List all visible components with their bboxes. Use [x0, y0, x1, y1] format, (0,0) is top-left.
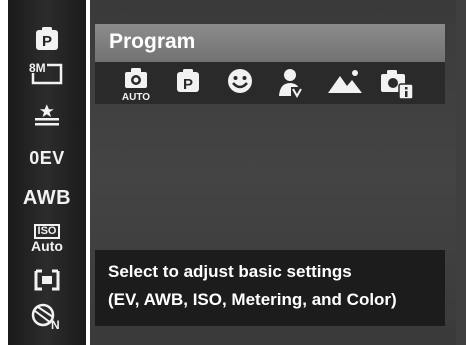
- sidebar-item-quality[interactable]: [8, 98, 86, 134]
- svg-text:P: P: [42, 33, 52, 50]
- sidebar-item-iso[interactable]: ISO Auto: [8, 218, 86, 260]
- svg-text:N: N: [51, 318, 60, 331]
- sidebar-item-image-size[interactable]: 8M: [8, 56, 86, 92]
- quality-icon: [35, 104, 59, 126]
- ev-label: 0EV: [29, 147, 65, 168]
- sidebar-item-metering[interactable]: [8, 262, 86, 298]
- settings-sidebar: P 8M 0EV AWB ISO Auto N: [8, 0, 86, 345]
- sidebar-item-color[interactable]: N: [8, 298, 86, 334]
- svg-text:P: P: [183, 76, 193, 93]
- hint-box: Select to adjust basic settings (EV, AWB…: [95, 250, 445, 326]
- camera-info-icon: [381, 70, 414, 100]
- mode-auto[interactable]: AUTO: [116, 66, 156, 102]
- mode-smile[interactable]: [220, 66, 260, 102]
- image-size-8m-icon: 8M: [29, 61, 63, 85]
- program-mode-icon: P: [177, 69, 199, 93]
- sidebar-item-ev[interactable]: 0EV: [8, 140, 86, 176]
- svg-text:AUTO: AUTO: [122, 92, 150, 102]
- sidebar-item-program[interactable]: P: [8, 22, 86, 58]
- mode-icon-row: AUTO P: [95, 62, 445, 104]
- mode-title-bar: Program: [95, 24, 445, 63]
- metering-icon: [34, 269, 60, 291]
- color-mode-icon: N: [31, 303, 60, 331]
- svg-text:8M: 8M: [29, 61, 46, 75]
- program-mode-icon: P: [36, 27, 58, 50]
- smile-detection-icon: [228, 69, 252, 93]
- hint-line-1: Select to adjust basic settings: [108, 262, 352, 281]
- portrait-mode-icon: [279, 69, 305, 99]
- auto-camera-icon: AUTO: [122, 68, 150, 102]
- mode-camera-info[interactable]: [377, 66, 417, 102]
- hint-line-2: (EV, AWB, ISO, Metering, and Color): [108, 290, 397, 309]
- mode-landscape[interactable]: [325, 66, 365, 102]
- panel-inner: Program AUTO P Select to adjust basic se…: [90, 0, 456, 345]
- iso-label: ISO: [33, 224, 61, 239]
- mode-portrait[interactable]: [272, 66, 312, 102]
- landscape-mode-icon: [328, 70, 362, 93]
- program-panel: Program AUTO P Select to adjust basic se…: [90, 0, 466, 345]
- mode-program[interactable]: P: [168, 66, 208, 102]
- mode-title: Program: [109, 30, 196, 53]
- awb-label: AWB: [22, 186, 72, 209]
- sidebar-item-awb[interactable]: AWB: [8, 180, 86, 216]
- iso-auto-label: Auto: [31, 238, 63, 254]
- camera-menu-screen: P 8M 0EV AWB ISO Auto N Program AUTO P S…: [0, 0, 466, 345]
